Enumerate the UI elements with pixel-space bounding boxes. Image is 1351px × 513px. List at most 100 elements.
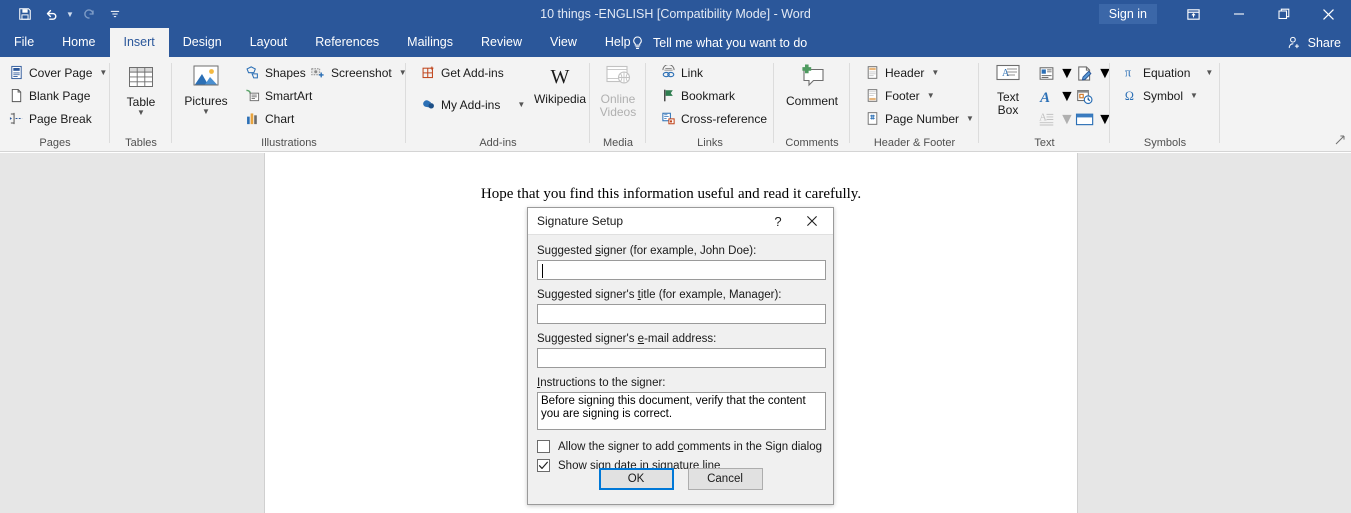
- page-number-button[interactable]: Page Number ▼: [862, 107, 979, 130]
- ok-button[interactable]: OK: [598, 468, 674, 490]
- header-button[interactable]: Header ▼: [862, 61, 979, 84]
- undo-icon[interactable]: [38, 2, 64, 26]
- table-button[interactable]: Table ▼: [110, 64, 172, 117]
- object-icon[interactable]: [1071, 111, 1097, 128]
- smartart-icon: [245, 88, 260, 103]
- chevron-down-icon[interactable]: ▼: [931, 68, 939, 77]
- chevron-down-icon[interactable]: ▼: [1097, 65, 1113, 83]
- tell-me-search[interactable]: Tell me what you want to do: [630, 28, 807, 57]
- group-separator: [1219, 63, 1220, 143]
- ribbon: Cover Page ▼ Blank Page Page Break Pages: [0, 57, 1351, 152]
- share-label: Share: [1307, 35, 1341, 50]
- text-box-button[interactable]: A Text Box: [985, 63, 1031, 117]
- page-break-label: Page Break: [29, 111, 92, 126]
- tab-home[interactable]: Home: [48, 28, 109, 57]
- group-label-pages: Pages: [39, 137, 71, 149]
- equation-icon: π: [1123, 65, 1138, 80]
- wordart-icon[interactable]: A: [1033, 88, 1059, 105]
- ribbon-group-media: Online Videos Media: [590, 57, 646, 152]
- restore-icon[interactable]: [1261, 0, 1306, 28]
- chevron-down-icon[interactable]: ▼: [202, 108, 210, 116]
- blank-page-button[interactable]: Blank Page: [6, 84, 110, 107]
- share-button[interactable]: Share: [1287, 28, 1341, 57]
- pictures-button[interactable]: Pictures ▼: [178, 63, 234, 116]
- link-button[interactable]: Link: [658, 61, 774, 84]
- chevron-down-icon[interactable]: ▼: [1059, 65, 1075, 83]
- dialog-title-bar: Signature Setup ?: [528, 208, 833, 235]
- quick-parts-icon[interactable]: [1033, 65, 1059, 82]
- text-box-icon: A: [993, 63, 1023, 89]
- chevron-down-icon[interactable]: ▼: [1190, 91, 1198, 100]
- minimize-icon[interactable]: [1216, 0, 1261, 28]
- wikipedia-button[interactable]: W Wikipedia: [532, 63, 588, 106]
- tab-mailings[interactable]: Mailings: [393, 28, 467, 57]
- chevron-down-icon[interactable]: ▼: [517, 100, 525, 109]
- footer-icon: [865, 88, 880, 103]
- footer-button[interactable]: Footer ▼: [862, 84, 979, 107]
- cover-page-button[interactable]: Cover Page ▼: [6, 61, 110, 84]
- undo-dropdown-icon[interactable]: ▼: [64, 2, 76, 26]
- suggested-signer-email-input[interactable]: [537, 348, 826, 368]
- screenshot-button[interactable]: Screenshot ▼: [307, 61, 410, 84]
- close-icon[interactable]: [793, 208, 831, 234]
- sign-in-button[interactable]: Sign in: [1098, 4, 1157, 24]
- chevron-down-icon[interactable]: ▼: [1097, 111, 1113, 129]
- page-break-button[interactable]: Page Break: [6, 107, 110, 130]
- tab-view[interactable]: View: [536, 28, 591, 57]
- tab-file[interactable]: File: [0, 28, 48, 57]
- chevron-down-icon[interactable]: ▼: [1205, 68, 1213, 77]
- close-icon[interactable]: [1306, 0, 1351, 28]
- page-number-label: Page Number: [885, 111, 960, 126]
- tab-insert[interactable]: Insert: [109, 28, 169, 57]
- signature-line-icon[interactable]: [1071, 65, 1097, 82]
- wikipedia-label: Wikipedia: [533, 92, 587, 106]
- ribbon-group-comments: Comment Comments: [774, 57, 850, 152]
- ribbon-collapse-icon[interactable]: [1334, 134, 1346, 149]
- chart-icon: [245, 111, 260, 126]
- tab-review[interactable]: Review: [467, 28, 536, 57]
- suggested-signer-title-input[interactable]: [537, 304, 826, 324]
- chevron-down-icon[interactable]: ▼: [927, 91, 935, 100]
- quick-access-toolbar: ▼: [12, 0, 128, 28]
- save-icon[interactable]: [12, 2, 38, 26]
- suggested-signer-input[interactable]: [537, 260, 826, 280]
- tell-me-label: Tell me what you want to do: [653, 35, 808, 50]
- ribbon-group-illustrations: Pictures ▼ Shapes ▼: [172, 57, 407, 152]
- cancel-button[interactable]: Cancel: [687, 468, 763, 490]
- svg-text:W: W: [551, 66, 570, 88]
- online-videos-icon: [601, 63, 635, 91]
- tab-design[interactable]: Design: [169, 28, 236, 57]
- instructions-textarea[interactable]: Before signing this document, verify tha…: [537, 392, 826, 430]
- word-application-window: ▼ 10 things -ENGLISH [Compatibility Mode…: [0, 0, 1351, 513]
- my-addins-button[interactable]: My Add-ins ▼: [418, 93, 528, 116]
- drop-cap-icon: A: [1033, 111, 1059, 128]
- allow-comments-checkbox-row[interactable]: Allow the signer to add comments in the …: [537, 440, 824, 453]
- chevron-down-icon[interactable]: ▼: [99, 68, 107, 77]
- group-label-illustrations: Illustrations: [261, 137, 317, 149]
- chevron-down-icon[interactable]: ▼: [137, 109, 145, 117]
- ribbon-group-tables: Table ▼ Tables: [110, 57, 172, 152]
- tab-layout[interactable]: Layout: [236, 28, 302, 57]
- comment-button[interactable]: Comment: [774, 63, 850, 108]
- ribbon-display-options-icon[interactable]: [1171, 0, 1216, 28]
- help-icon[interactable]: ?: [765, 208, 791, 234]
- cross-reference-button[interactable]: Cross-reference: [658, 107, 774, 130]
- equation-button[interactable]: π Equation ▼: [1120, 61, 1220, 84]
- bookmark-button[interactable]: Bookmark: [658, 84, 774, 107]
- group-label-header-footer: Header & Footer: [873, 137, 956, 149]
- customize-quick-access-toolbar-icon[interactable]: [102, 2, 128, 26]
- header-icon: [865, 65, 880, 80]
- symbol-button[interactable]: Ω Symbol ▼: [1120, 84, 1220, 107]
- date-and-time-icon[interactable]: [1071, 88, 1097, 105]
- window-controls: Sign in: [1098, 0, 1351, 28]
- smartart-button[interactable]: SmartArt: [242, 84, 324, 107]
- chevron-down-icon[interactable]: ▼: [1059, 88, 1075, 106]
- allow-comments-checkbox[interactable]: [537, 440, 550, 453]
- ribbon-group-addins: Get Add-ins My Add-ins ▼ W Wikipedia Add…: [406, 57, 590, 152]
- chart-button[interactable]: Chart: [242, 107, 324, 130]
- suggested-signer-email-label: Suggested signer's e-mail address:: [537, 333, 717, 345]
- tab-references[interactable]: References: [301, 28, 393, 57]
- get-addins-button[interactable]: Get Add-ins: [418, 61, 528, 84]
- chevron-down-icon[interactable]: ▼: [966, 114, 974, 123]
- dialog-title: Signature Setup: [537, 214, 624, 228]
